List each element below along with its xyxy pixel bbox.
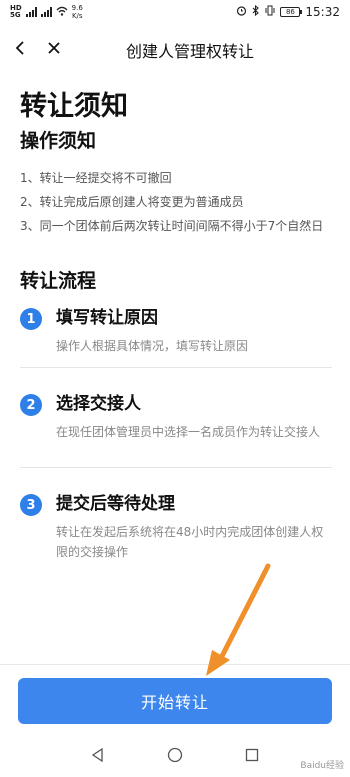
- step-description: 操作人根据具体情况，填写转让原因: [56, 339, 249, 353]
- sys-back-button[interactable]: [91, 747, 105, 766]
- status-bar: HD 5G 9.6 K/s 86 15:32: [0, 0, 350, 24]
- vibrate-icon: [265, 5, 275, 19]
- bluetooth-icon: [252, 4, 260, 19]
- start-transfer-button[interactable]: 开始转让: [18, 678, 332, 724]
- notice-list: 1、转让一经提交将不可撤回 2、转让完成后原创建人将变更为普通成员 3、同一个团…: [20, 168, 338, 236]
- step-title: 提交后等待处理: [56, 494, 175, 514]
- sys-home-button[interactable]: [167, 747, 183, 767]
- signal-icon-2: [40, 7, 52, 17]
- square-recents-icon: [245, 748, 259, 762]
- system-nav-bar: [0, 736, 350, 777]
- status-left: HD 5G 9.6 K/s: [10, 4, 83, 20]
- step-item: 1 填写转让原因 操作人根据具体情况，填写转让原因: [20, 306, 332, 368]
- step-description: 转让在发起后系统将在48小时内完成团体创建人权限的交接操作: [56, 525, 324, 559]
- bottom-divider: [0, 664, 350, 665]
- step-item: 3 提交后等待处理 转让在发起后系统将在48小时内完成团体创建人权限的交接操作: [20, 468, 332, 572]
- notice-section-title: 操作须知: [20, 130, 97, 152]
- speed-value: 9.6: [71, 4, 83, 12]
- process-section-title: 转让流程: [20, 270, 97, 292]
- nav-bar: 创建人管理权转让: [0, 28, 350, 68]
- status-right: 86 15:32: [236, 4, 340, 19]
- triangle-back-icon: [91, 747, 103, 763]
- signal-icon: [25, 7, 37, 17]
- process-steps: 1 填写转让原因 操作人根据具体情况，填写转让原因 2 选择交接人 在现任团体管…: [20, 306, 332, 572]
- step-item: 2 选择交接人 在现任团体管理员中选择一名成员作为转让交接人: [20, 368, 332, 468]
- step-title: 填写转让原因: [56, 308, 158, 328]
- battery-level: 86: [285, 8, 295, 16]
- step-description: 在现任团体管理员中选择一名成员作为转让交接人: [56, 425, 321, 439]
- wifi-icon: [56, 6, 68, 19]
- status-time: 15:32: [305, 5, 340, 19]
- notice-item: 1、转让一经提交将不可撤回: [20, 171, 172, 185]
- watermark: Baidu经验: [300, 761, 344, 771]
- network-label: HD 5G: [10, 5, 22, 19]
- step-title: 选择交接人: [56, 394, 141, 414]
- alarm-icon: [236, 5, 247, 19]
- network-gen-label: 5G: [10, 11, 21, 19]
- battery-icon: 86: [280, 7, 303, 17]
- nav-title: 创建人管理权转让: [125, 42, 254, 61]
- speed-unit: K/s: [71, 12, 83, 20]
- sys-recents-button[interactable]: [245, 747, 259, 766]
- circle-home-icon: [167, 747, 183, 762]
- page-title: 转让须知: [20, 91, 128, 122]
- step-number-badge: 1: [20, 308, 42, 330]
- notice-item: 3、同一个团体前后两次转让时间间隔不得小于7个自然日: [20, 219, 324, 233]
- notice-item: 2、转让完成后原创建人将变更为普通成员: [20, 195, 244, 209]
- step-number-badge: 2: [20, 394, 42, 416]
- step-number-badge: 3: [20, 494, 42, 516]
- network-speed: 9.6 K/s: [72, 4, 83, 20]
